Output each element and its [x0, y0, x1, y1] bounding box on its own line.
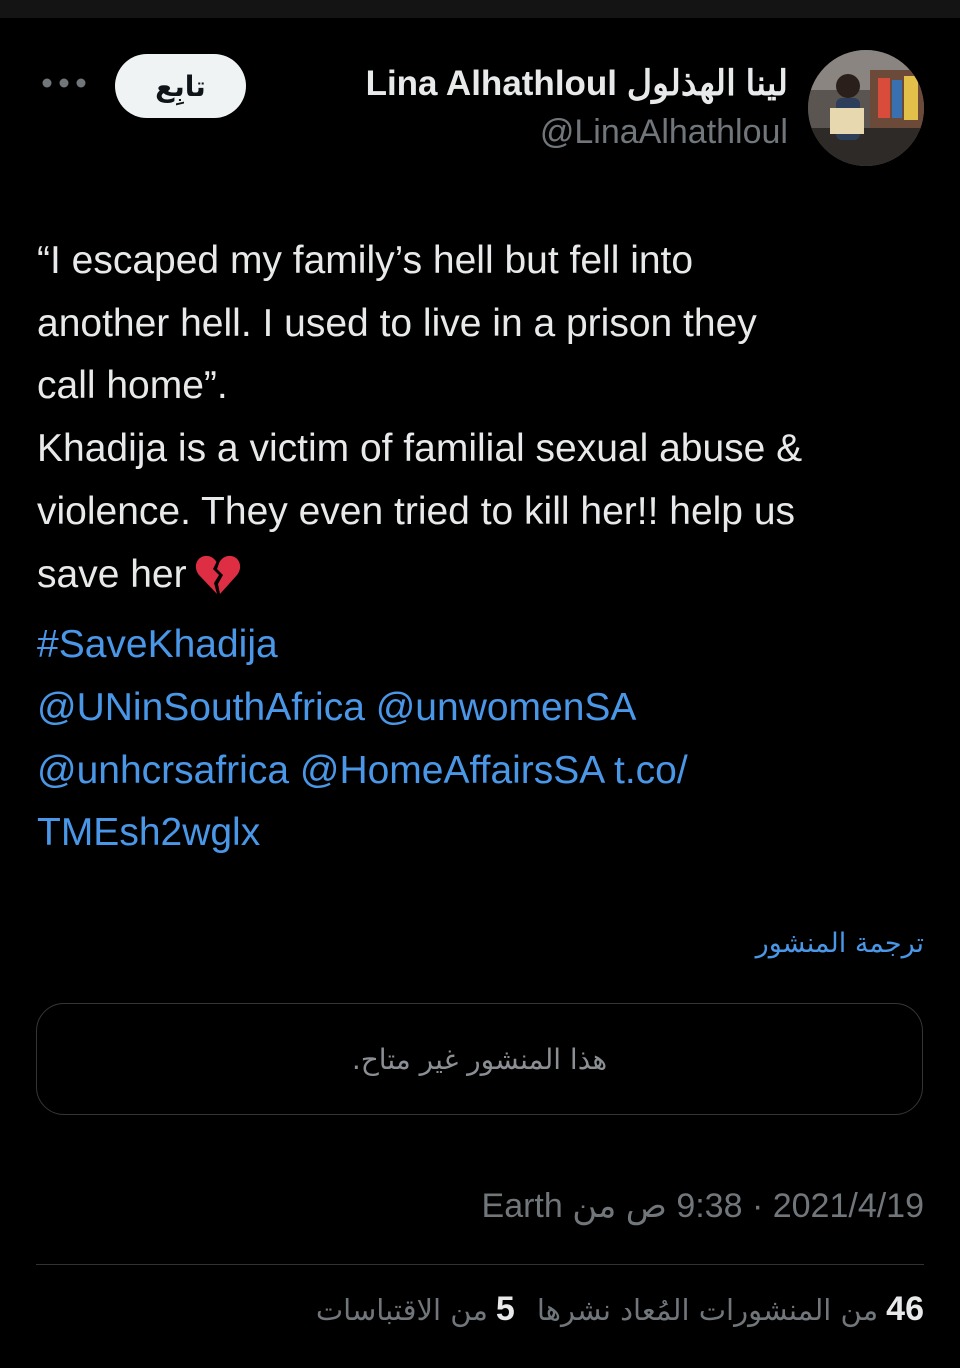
broken-heart-icon [195, 552, 241, 615]
quotes-count: 5 [495, 1290, 515, 1328]
unavailable-quote-card: هذا المنشور غير متاح. [36, 1003, 923, 1115]
author-info[interactable]: Lina Alhathloul لينا الهذلول @LinaAlhath… [366, 62, 788, 152]
avatar-photo [808, 50, 924, 166]
quotes-stat[interactable]: 5من الاقتباسات [316, 1290, 515, 1329]
divider [36, 1264, 924, 1265]
avatar[interactable] [808, 50, 924, 166]
status-bar-strip [0, 0, 960, 18]
translate-post-link[interactable]: ترجمة المنشور [756, 928, 924, 959]
author-handle[interactable]: @LinaAlhathloul [366, 112, 788, 152]
post-stats: 46من المنشورات المُعاد نشرها 5من الاقتبا… [316, 1290, 924, 1329]
tweet-line: Khadija is a victim of familial sexual a… [37, 427, 803, 471]
reposts-count: 46 [886, 1290, 924, 1328]
tweet-line: “I escaped my family’s hell but fell int… [37, 239, 694, 282]
hashtag-link[interactable]: #SaveKhadija [37, 614, 937, 677]
quotes-label: من الاقتباسات [315, 1293, 488, 1327]
mention-links[interactable]: @UNinSouthAfrica @unwomenSA [37, 677, 937, 740]
unavailable-text: هذا المنشور غير متاح. [351, 1042, 608, 1076]
tweet-body: “I escaped my family’s hell but fell int… [37, 230, 937, 865]
tweet-line: call home”. [37, 364, 228, 408]
tweet-line-with-emoji: save her [37, 544, 937, 615]
tweet-line: violence. They even tried to kill her!! … [37, 489, 796, 533]
mention-links[interactable]: @unhcrsafrica @HomeAffairsSA t.co/ [37, 740, 937, 803]
post-timestamp[interactable]: 2021/4/19 · 9:38 ص من Earth [482, 1186, 924, 1226]
url-link[interactable]: TMEsh2wglx [37, 802, 937, 865]
more-options-button[interactable] [38, 66, 90, 100]
tweet-line: save her [37, 552, 187, 596]
reposts-label: من المنشورات المُعاد نشرها [536, 1293, 879, 1327]
follow-button[interactable]: تابِع [115, 54, 246, 118]
reposts-stat[interactable]: 46من المنشورات المُعاد نشرها [537, 1290, 924, 1329]
tweet-line: another hell. I used to live in a prison… [37, 301, 757, 345]
more-dots-icon [42, 78, 86, 88]
author-display-name[interactable]: Lina Alhathloul لينا الهذلول [366, 62, 788, 106]
